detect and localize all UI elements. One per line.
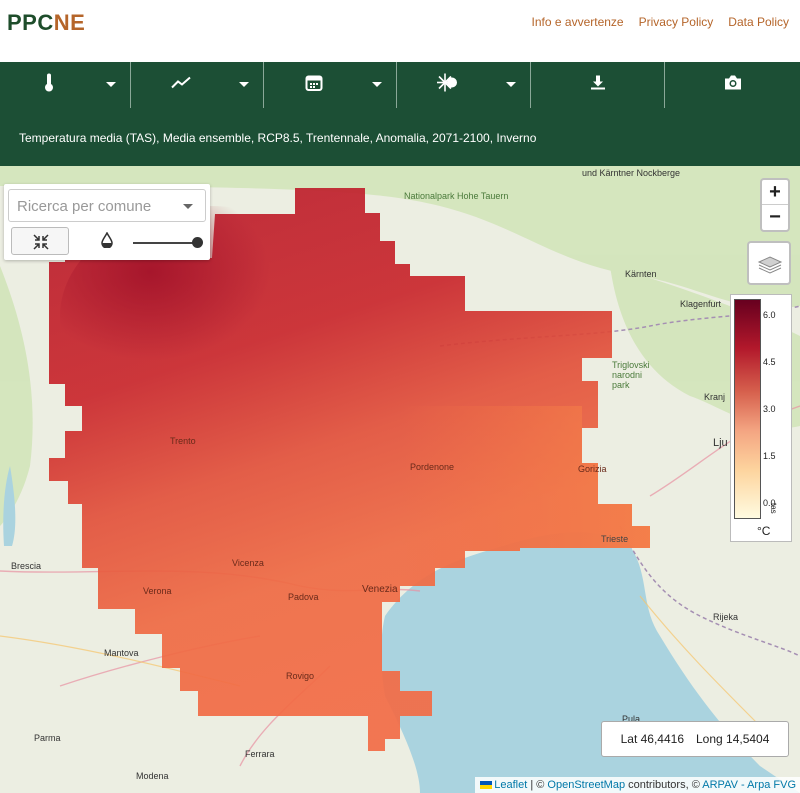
map-label: Gorizia <box>578 464 607 474</box>
map-label: Modena <box>136 771 169 781</box>
map-view[interactable]: und Kärntner Nockberge Nationalpark Hohe… <box>0 166 800 793</box>
top-header: PPCNE Info e avvertenze Privacy Policy D… <box>0 0 800 62</box>
legend-unit: °C <box>757 524 771 538</box>
logo-ppc: PPC <box>7 10 54 35</box>
map-label: Pordenone <box>410 462 455 472</box>
arpav-link[interactable]: ARPAV - Arpa FVG <box>702 779 796 791</box>
map-label: Venezia <box>362 584 398 595</box>
coordinates-readout: Lat 46,4416 Long 14,5404 <box>601 721 789 757</box>
slider-handle[interactable] <box>192 237 203 248</box>
opacity-icon <box>100 231 114 253</box>
layers-button[interactable] <box>747 241 791 285</box>
map-label: Brescia <box>11 561 42 571</box>
chevron-down-icon <box>506 82 516 87</box>
map-label: Kranj <box>704 392 726 402</box>
download-icon <box>590 75 606 96</box>
map-label: Vicenza <box>232 558 264 568</box>
main-toolbar <box>0 62 800 108</box>
map-label: Triglovski narodni park <box>612 360 650 390</box>
legend-tick: 6.0 <box>763 310 776 320</box>
calendar-icon <box>305 74 323 97</box>
search-panel: Ricerca per comune <box>4 184 210 260</box>
variable-button[interactable] <box>0 62 131 108</box>
season-button[interactable] <box>397 62 531 108</box>
season-icon <box>436 73 459 98</box>
chevron-down-icon <box>183 204 193 209</box>
logo[interactable]: PPCNE <box>7 10 85 36</box>
thermometer-icon <box>43 73 55 98</box>
zoom-control: + − <box>760 178 790 232</box>
chevron-down-icon <box>372 82 382 87</box>
map-title: Temperatura media (TAS), Media ensemble,… <box>0 108 800 166</box>
compress-icon <box>33 234 49 255</box>
zoom-out-button[interactable]: − <box>762 205 788 230</box>
attribution-text: contributors, © <box>625 779 703 791</box>
link-info[interactable]: Info e avvertenze <box>532 15 624 29</box>
map-label: Trento <box>170 436 196 446</box>
opacity-slider[interactable] <box>133 234 203 252</box>
search-input[interactable]: Ricerca per comune <box>8 189 206 222</box>
map-attribution: Leaflet | © OpenStreetMap contributors, … <box>475 777 800 793</box>
link-data-policy[interactable]: Data Policy <box>728 15 789 29</box>
map-label: Lju <box>713 437 728 449</box>
map-label: und Kärntner Nockberge <box>582 168 681 178</box>
top-links: Info e avvertenze Privacy Policy Data Po… <box>532 15 789 29</box>
chevron-down-icon <box>239 82 249 87</box>
osm-link[interactable]: OpenStreetMap <box>547 779 625 791</box>
search-placeholder: Ricerca per comune <box>17 198 152 215</box>
layers-icon <box>757 251 783 282</box>
map-label: Rovigo <box>286 671 315 681</box>
map-label: Parma <box>34 733 61 743</box>
map-label: Mantova <box>104 648 139 658</box>
period-button[interactable] <box>264 62 397 108</box>
legend-tick: 3.0 <box>763 404 776 414</box>
trend-button[interactable] <box>131 62 264 108</box>
collapse-button[interactable] <box>11 227 69 255</box>
map-label: Ferrara <box>245 749 275 759</box>
leaflet-link[interactable]: Leaflet <box>494 779 527 791</box>
map-label: Verona <box>143 586 172 596</box>
legend-tick: 4.5 <box>763 357 776 367</box>
map-label: Nationalpark Hohe Tauern <box>404 191 509 201</box>
longitude-value: Long 14,5404 <box>696 732 770 746</box>
screenshot-button[interactable] <box>665 62 800 108</box>
chevron-down-icon <box>106 82 116 87</box>
link-privacy[interactable]: Privacy Policy <box>639 15 714 29</box>
map-label: Klagenfurt <box>680 299 722 309</box>
trend-chart-icon <box>171 76 191 95</box>
map-label: Kärnten <box>625 269 657 279</box>
base-map <box>0 166 800 793</box>
attribution-separator: | © <box>527 779 548 791</box>
camera-icon <box>724 75 742 96</box>
legend-tick: 1.5 <box>763 451 776 461</box>
download-button[interactable] <box>531 62 665 108</box>
color-legend: 6.0 4.5 3.0 1.5 0.0 tas °C <box>730 294 792 542</box>
logo-ne: NE <box>53 10 86 35</box>
map-label: Rijeka <box>713 612 739 622</box>
ukraine-flag-icon <box>480 781 493 789</box>
legend-variable: tas <box>769 503 778 514</box>
slider-track <box>133 242 201 244</box>
map-label: Trieste <box>601 534 629 544</box>
latitude-value: Lat 46,4416 <box>620 732 684 746</box>
map-label: Padova <box>288 592 319 602</box>
legend-colorbar <box>734 299 761 519</box>
zoom-in-button[interactable]: + <box>762 180 788 205</box>
